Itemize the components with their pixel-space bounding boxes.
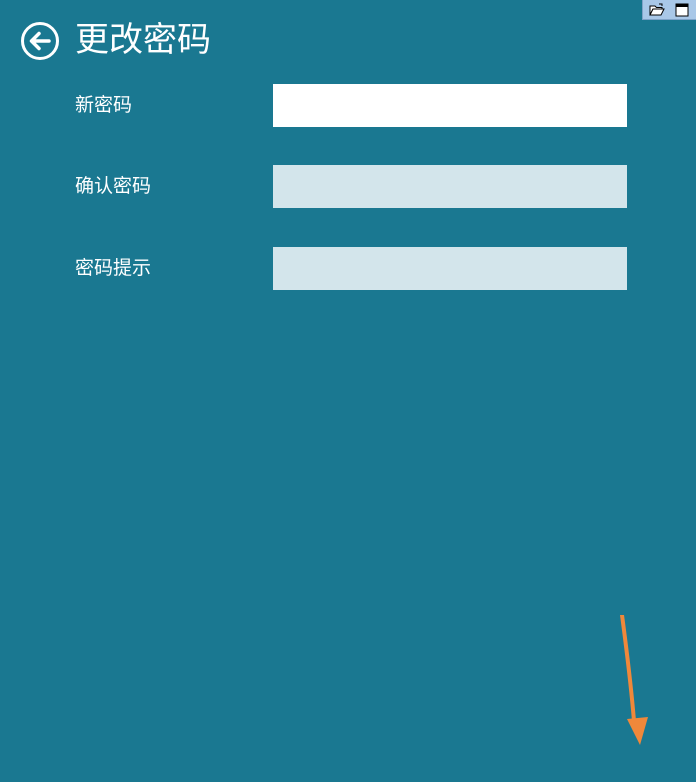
corner-tray [642,0,696,20]
confirm-password-label: 确认密码 [75,175,152,197]
new-password-label: 新密码 [75,94,133,116]
password-hint-label: 密码提示 [75,257,152,279]
confirm-password-input[interactable] [273,165,627,208]
annotation-arrow-icon [620,615,648,745]
back-button[interactable] [20,21,60,61]
arrow-left-circle-icon [21,22,59,60]
new-password-input[interactable] [273,84,627,127]
password-hint-input[interactable] [273,247,627,290]
folder-open-icon[interactable] [648,2,666,18]
window-icon[interactable] [673,2,691,18]
page-title: 更改密码 [75,20,211,60]
